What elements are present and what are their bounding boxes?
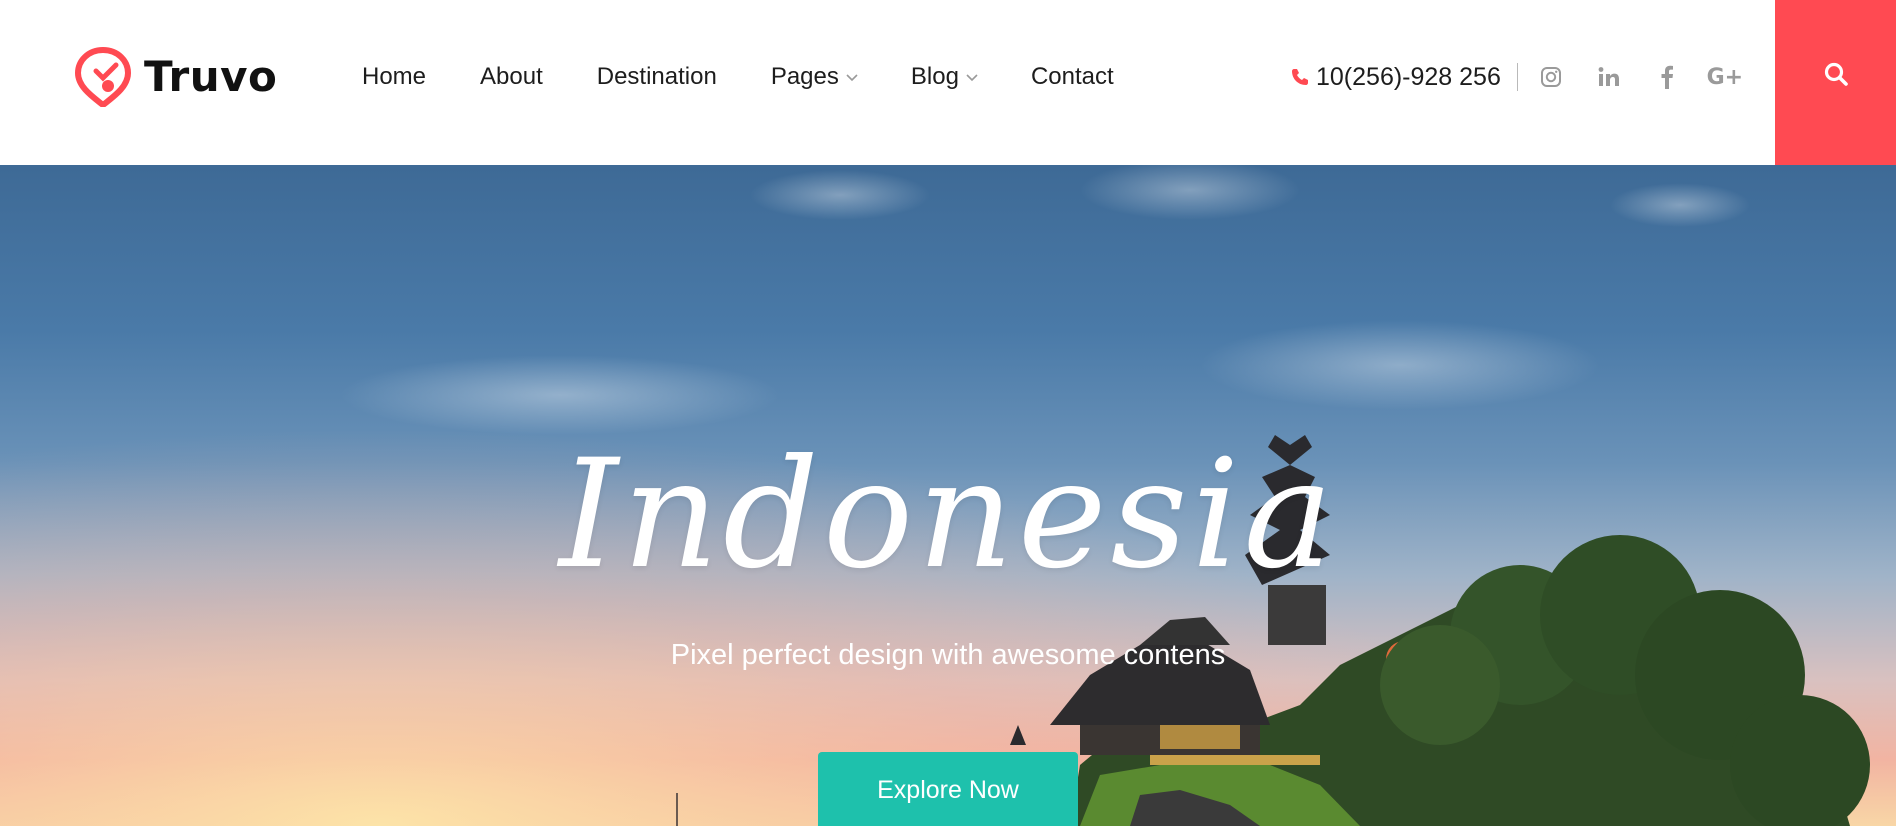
hero-title: Indonesia bbox=[559, 428, 1337, 602]
facebook-icon[interactable] bbox=[1654, 64, 1680, 90]
nav-item-label: Pages bbox=[770, 63, 839, 90]
nav-item-about[interactable]: About bbox=[480, 63, 543, 91]
explore-now-label: Explore Now bbox=[877, 776, 1019, 804]
site-header: Truvo Home About Destination Pages Blog … bbox=[0, 0, 1896, 165]
linkedin-icon[interactable] bbox=[1596, 64, 1622, 90]
header-contact-area: 10(256)-928 256 G+ bbox=[1290, 56, 1744, 98]
nav-item-destination[interactable]: Destination bbox=[597, 63, 717, 91]
google-plus-icon[interactable]: G+ bbox=[1707, 64, 1744, 90]
phone-icon bbox=[1292, 69, 1308, 85]
location-pin-logo-icon bbox=[74, 46, 132, 107]
nav-item-blog[interactable]: Blog bbox=[911, 63, 979, 91]
nav-item-home[interactable]: Home bbox=[362, 63, 426, 91]
main-navigation: Home About Destination Pages Blog Contac… bbox=[362, 56, 1114, 98]
search-icon bbox=[1824, 62, 1848, 86]
nav-item-label: Contact bbox=[1030, 63, 1114, 90]
nav-item-label: Blog bbox=[910, 63, 959, 90]
google-plus-label: G+ bbox=[1706, 64, 1744, 90]
social-links: G+ bbox=[1538, 64, 1744, 90]
nav-item-contact[interactable]: Contact bbox=[1031, 63, 1114, 91]
nav-item-label: About bbox=[480, 63, 543, 90]
chevron-down-icon bbox=[966, 74, 978, 82]
search-button[interactable] bbox=[1775, 0, 1896, 165]
nav-item-pages[interactable]: Pages bbox=[771, 63, 859, 91]
nav-item-label: Destination bbox=[596, 63, 717, 90]
nav-item-label: Home bbox=[362, 63, 427, 90]
explore-now-button[interactable]: Explore Now bbox=[818, 752, 1078, 826]
phone-number[interactable]: 10(256)-928 256 bbox=[1316, 63, 1501, 92]
instagram-icon[interactable] bbox=[1538, 64, 1564, 90]
brand-logo[interactable]: Truvo bbox=[72, 44, 277, 108]
header-divider bbox=[1516, 63, 1518, 91]
chevron-down-icon bbox=[846, 74, 858, 82]
hero-subtitle: Pixel perfect design with awesome conten… bbox=[670, 639, 1226, 671]
hero-banner: Indonesia Pixel perfect design with awes… bbox=[0, 165, 1896, 826]
brand-name: Truvo bbox=[144, 51, 278, 101]
